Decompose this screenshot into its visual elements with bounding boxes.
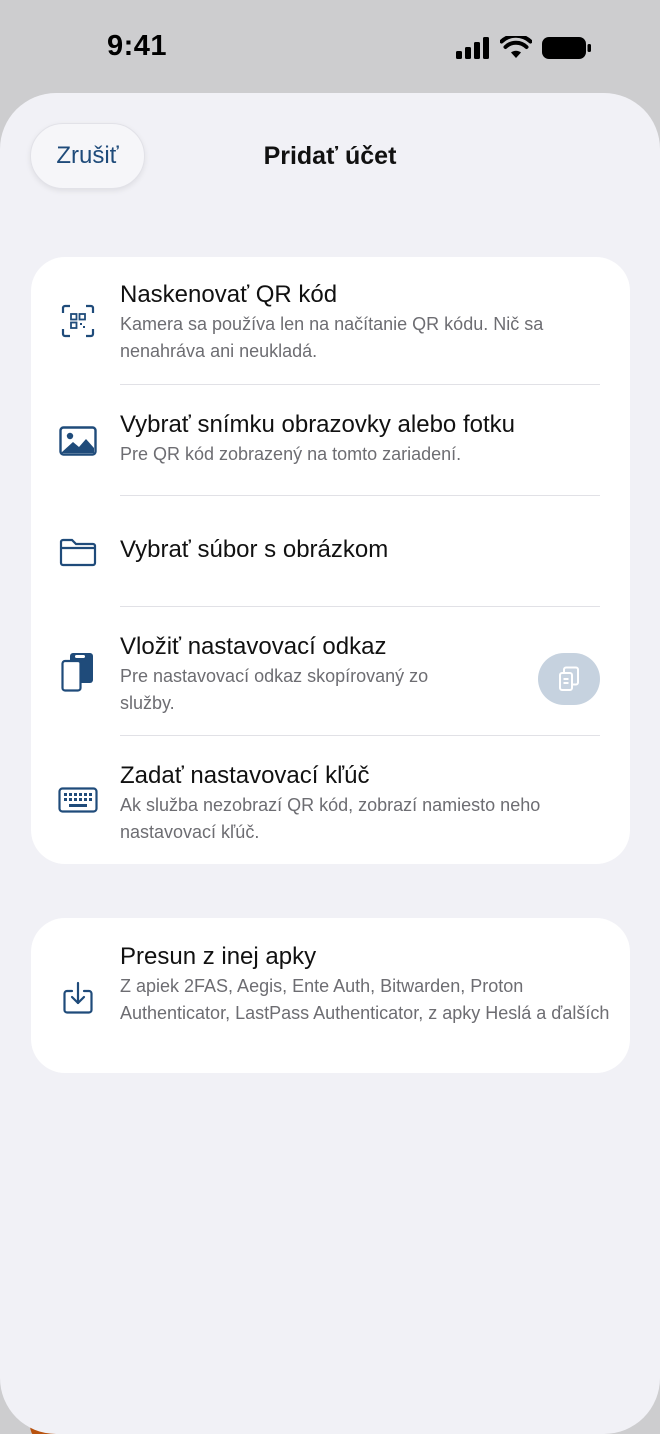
paste-button[interactable]: [538, 653, 600, 705]
photo-icon: [58, 421, 98, 461]
status-bar: 9:41: [0, 0, 660, 95]
wifi-icon: [500, 36, 532, 58]
add-options-card: Naskenovať QR kód Kamera sa používa len …: [31, 257, 630, 864]
option-enter-key[interactable]: Zadať nastavovací kľúč Ak služba nezobra…: [31, 736, 630, 864]
status-icons: [456, 36, 592, 60]
clipboard-icon: [559, 666, 579, 691]
option-description: Ak služba nezobrazí QR kód, zobrazí nami…: [120, 795, 541, 842]
option-title: Vybrať súbor s obrázkom: [120, 536, 389, 563]
paste-link-icon: [58, 652, 98, 692]
status-time: 9:41: [107, 30, 168, 62]
option-title: Presun z inej apky: [120, 943, 317, 970]
cellular-signal-icon: [456, 37, 489, 59]
option-description: Pre QR kód zobrazený na tomto zariadení.: [120, 444, 462, 464]
option-description: Kamera sa používa len na načítanie QR kó…: [120, 314, 544, 361]
sheet-title: Pridať účet: [263, 142, 397, 170]
keyboard-icon: [58, 780, 98, 820]
option-description: Z apiek 2FAS, Aegis, Ente Auth, Bitwarde…: [120, 976, 610, 1023]
import-icon: [58, 978, 98, 1018]
add-account-sheet: Zrušiť Pridať účet Naskenovať QR kód Kam: [0, 93, 660, 1434]
option-title: Zadať nastavovací kľúč: [120, 762, 370, 789]
option-migrate[interactable]: Presun z inej apky Z apiek 2FAS, Aegis, …: [31, 918, 630, 1073]
battery-icon: [542, 37, 591, 59]
option-title: Vybrať snímku obrazovky alebo fotku: [120, 411, 515, 438]
option-description: Pre nastavovací odkaz skopírovaný zo slu…: [120, 666, 429, 713]
option-choose-file[interactable]: Vybrať súbor s obrázkom: [31, 496, 630, 607]
folder-icon: [58, 532, 98, 572]
qr-scan-icon: [58, 301, 98, 341]
option-scan-qr[interactable]: Naskenovať QR kód Kamera sa používa len …: [31, 257, 630, 385]
migrate-card: Presun z inej apky Z apiek 2FAS, Aegis, …: [31, 918, 630, 1073]
option-title: Vložiť nastavovací odkaz: [120, 633, 387, 660]
option-paste-link[interactable]: Vložiť nastavovací odkaz Pre nastavovací…: [31, 607, 630, 736]
option-choose-photo[interactable]: Vybrať snímku obrazovky alebo fotku Pre …: [31, 385, 630, 496]
option-title: Naskenovať QR kód: [120, 281, 338, 308]
